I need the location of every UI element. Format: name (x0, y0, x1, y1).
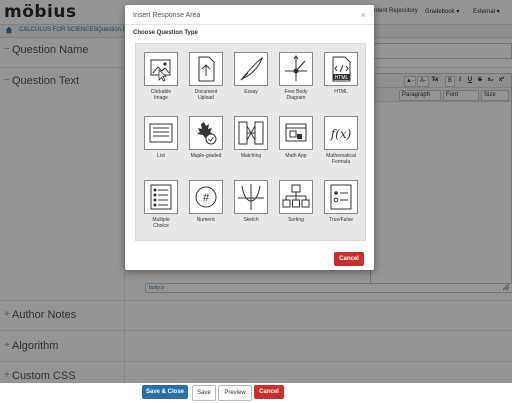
sorting-icon (282, 184, 310, 208)
tile-label: Clickable Image (150, 89, 172, 101)
free-body-diagram-icon (285, 55, 307, 81)
html-file-icon: HTML (332, 56, 351, 82)
tile-label: Free Body Diagram (284, 89, 308, 101)
tile-maple-graded[interactable]: Maple-graded (189, 116, 223, 159)
tile-sketch[interactable]: Sketch (234, 180, 268, 223)
tile-sorting[interactable]: Sorting (279, 180, 313, 223)
tile-label: Maple-graded (190, 153, 222, 159)
dialog-subtitle: Choose Question Type (133, 30, 198, 36)
clickable-image-icon (150, 59, 171, 82)
tile-label: Sorting (288, 217, 304, 223)
tile-label: True/False (329, 217, 353, 223)
sketch-icon (238, 184, 264, 210)
numeric-hash-icon: # (195, 186, 217, 208)
document-upload-icon (198, 56, 215, 82)
tile-label: Multiple Choice (152, 217, 170, 229)
insert-response-area-dialog: Insert Response Area × Choose Question T… (125, 5, 374, 270)
list-icon (149, 123, 173, 143)
cancel-button[interactable]: Cancel (254, 385, 284, 399)
tile-html[interactable]: HTML HTML (324, 52, 358, 95)
divider (125, 24, 374, 25)
tile-free-body-diagram[interactable]: Free Body Diagram (279, 52, 313, 101)
tile-label: Mathematical Formula (326, 153, 356, 165)
tile-label: Essay (244, 89, 258, 95)
tile-label: Sketch (243, 217, 259, 223)
svg-text:#: # (203, 192, 210, 204)
tile-label: Document Upload (194, 89, 218, 101)
question-type-grid: Clickable Image Document Upload Essay Fr… (135, 43, 366, 241)
tile-essay[interactable]: Essay (234, 52, 268, 95)
multiple-choice-icon (150, 184, 172, 210)
svg-text:f(x): f(x) (330, 127, 352, 141)
tile-label: HTML (334, 89, 348, 95)
tile-label: List (157, 153, 165, 159)
tile-label: Numeric (196, 217, 216, 223)
math-formula-icon: f(x) (330, 127, 352, 141)
true-false-icon (330, 184, 352, 210)
tile-mathematical-formula[interactable]: f(x) Mathematical Formula (324, 116, 358, 165)
tile-multiple-choice[interactable]: Multiple Choice (144, 180, 178, 229)
save-and-close-button[interactable]: Save & Close (142, 385, 188, 399)
tile-list[interactable]: List (144, 116, 178, 159)
matching-icon (238, 121, 264, 145)
tile-label: Math App (285, 153, 307, 159)
essay-quill-icon (240, 56, 263, 81)
close-icon[interactable]: × (361, 10, 366, 20)
dialog-cancel-button[interactable]: Cancel (334, 252, 364, 266)
tile-matching[interactable]: Matching (234, 116, 268, 159)
math-app-icon (285, 123, 307, 142)
dialog-title: Insert Response Area (133, 12, 201, 19)
preview-button[interactable]: Preview (218, 385, 252, 401)
maple-leaf-icon (197, 122, 217, 145)
save-button[interactable]: Save (192, 385, 216, 401)
tile-math-app[interactable]: Math App (279, 116, 313, 159)
tile-label: Matching (240, 153, 262, 159)
tile-true-false[interactable]: True/False (324, 180, 358, 223)
tile-clickable-image[interactable]: Clickable Image (144, 52, 178, 101)
svg-text:HTML: HTML (335, 75, 349, 81)
tile-numeric[interactable]: # Numeric (189, 180, 223, 223)
bottom-action-bar: Save & Close Save Preview Cancel (0, 383, 512, 403)
tile-document-upload[interactable]: Document Upload (189, 52, 223, 101)
